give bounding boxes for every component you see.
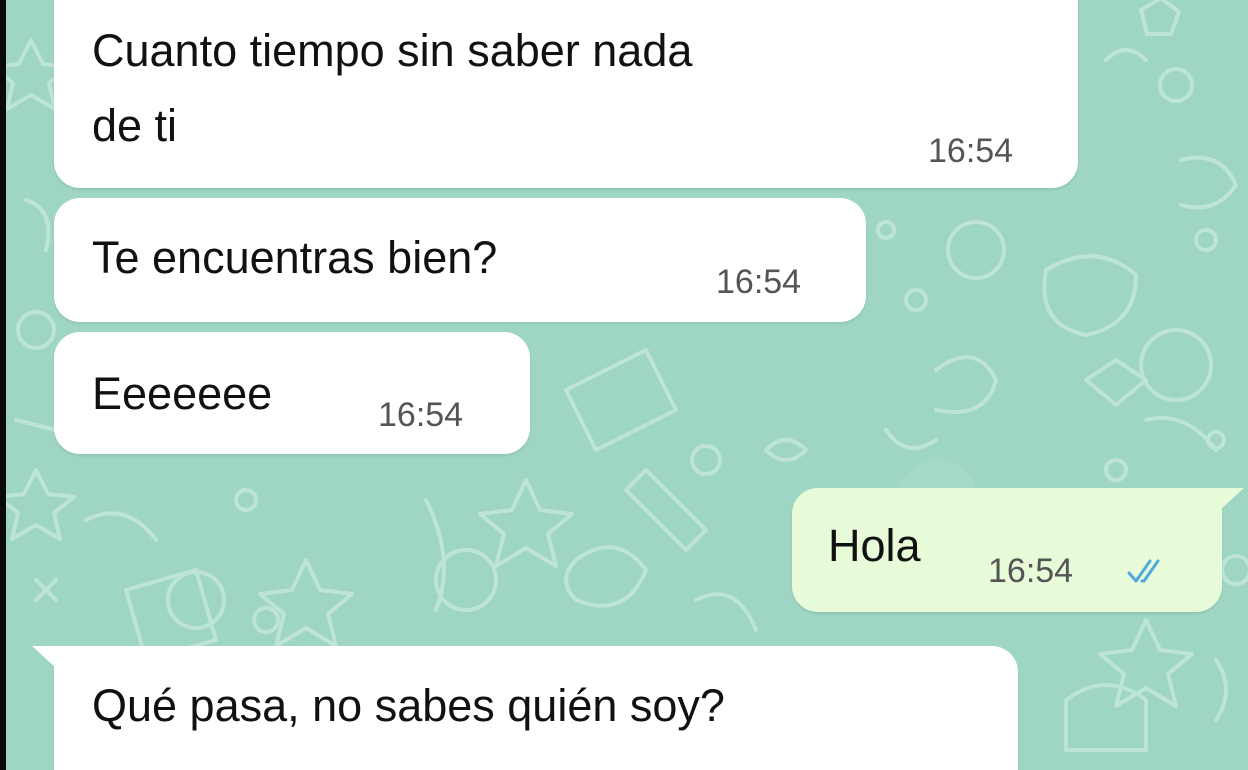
chat-background: Cuanto tiempo sin saber nada de ti 16:54… <box>6 0 1248 770</box>
message-timestamp: 16:54 <box>928 132 1014 170</box>
bubble-tail <box>32 646 56 668</box>
message-text: Qué pasa, no sabes quién soy? <box>92 680 725 731</box>
bubble-tail <box>1220 488 1244 510</box>
message-text: Te encuentras bien? <box>92 232 498 283</box>
double-check-icon <box>1127 559 1160 583</box>
message-text: Hola <box>828 520 921 571</box>
message-text: Cuanto tiempo sin saber nada <box>92 25 693 76</box>
incoming-message-bubble[interactable]: Cuanto tiempo sin saber nada de ti 16:54 <box>54 0 1078 188</box>
message-timestamp: 16:54 <box>716 263 802 301</box>
message-text: Eeeeeee <box>92 368 273 419</box>
message-text: de ti <box>92 100 178 151</box>
incoming-message-bubble[interactable]: Qué pasa, no sabes quién soy? <box>32 646 1018 770</box>
incoming-message-bubble[interactable]: Te encuentras bien? 16:54 <box>54 198 866 322</box>
message-timestamp: 16:54 <box>988 552 1074 590</box>
incoming-message-bubble[interactable]: Eeeeeee 16:54 <box>54 332 530 454</box>
message-timestamp: 16:54 <box>378 396 464 434</box>
outgoing-message-bubble[interactable]: Hola 16:54 <box>792 488 1244 612</box>
